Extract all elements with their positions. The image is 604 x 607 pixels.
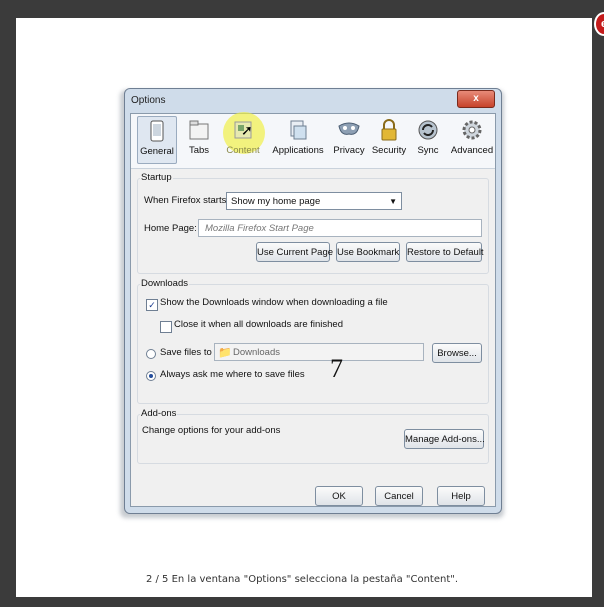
tab-label: Applications: [272, 145, 324, 156]
window-title: Options: [131, 95, 166, 106]
tab-label: Security: [371, 145, 407, 156]
viewer-frame-top: [0, 0, 604, 18]
help-button[interactable]: Help: [437, 486, 485, 506]
viewer-frame-bottom: [0, 597, 604, 607]
options-window: Options x General Tabs Content Applicati…: [124, 88, 502, 514]
tab-label: Content: [226, 145, 260, 156]
show-downloads-checkbox[interactable]: ✓: [146, 299, 158, 311]
step-number: 7: [330, 354, 343, 383]
viewer-frame-left: [0, 0, 16, 607]
show-downloads-label: Show the Downloads window when downloadi…: [160, 297, 388, 308]
when-firefox-starts-label: When Firefox starts:: [144, 195, 229, 206]
options-content: General Tabs Content Applications Privac…: [130, 112, 496, 507]
use-bookmark-button[interactable]: Use Bookmark: [336, 242, 400, 262]
downloads-group: Downloads ✓ Show the Downloads window wh…: [137, 278, 489, 404]
sync-icon: [418, 120, 438, 140]
tab-privacy[interactable]: Privacy: [331, 116, 367, 164]
folder-name: Downloads: [233, 347, 280, 358]
lock-icon: [381, 119, 397, 141]
startup-legend: Startup: [140, 172, 173, 183]
addons-description: Change options for your add-ons: [142, 425, 281, 436]
options-toolbar: General Tabs Content Applications Privac…: [131, 112, 495, 169]
tab-tabs[interactable]: Tabs: [181, 116, 217, 164]
slide-caption: 2 / 5 En la ventana "Options" selecciona…: [145, 574, 459, 585]
home-page-input[interactable]: Mozilla Firefox Start Page: [198, 219, 482, 237]
home-page-label: Home Page:: [144, 223, 197, 234]
gear-icon: [462, 120, 482, 140]
downloads-legend: Downloads: [140, 278, 189, 289]
always-ask-label: Always ask me where to save files: [160, 369, 305, 380]
select-value: Show my home page: [231, 196, 321, 207]
save-files-to-label: Save files to: [160, 347, 212, 358]
cancel-button[interactable]: Cancel: [375, 486, 423, 506]
tab-label: Privacy: [333, 145, 365, 156]
viewer-frame-right: [592, 0, 604, 607]
when-firefox-starts-select[interactable]: Show my home page ▼: [226, 192, 402, 210]
browse-button[interactable]: Browse...: [432, 343, 482, 363]
tab-applications[interactable]: Applications: [269, 116, 327, 164]
tab-label: General: [140, 146, 174, 157]
ok-button[interactable]: OK: [315, 486, 363, 506]
applications-icon: [290, 120, 307, 140]
chevron-down-icon: ▼: [389, 197, 397, 206]
addons-group: Add-ons Change options for your add-ons …: [137, 408, 489, 464]
tab-security[interactable]: Security: [369, 116, 409, 164]
manage-addons-button[interactable]: Manage Add-ons...: [404, 429, 485, 449]
tab-label: Advanced: [450, 145, 494, 156]
mouse-cursor-icon: ➚: [241, 122, 253, 138]
always-ask-radio[interactable]: [146, 371, 156, 381]
privacy-mask-icon: [338, 122, 360, 135]
general-icon: [150, 120, 164, 142]
restore-to-default-button[interactable]: Restore to Default: [406, 242, 484, 262]
tab-general[interactable]: General: [137, 116, 177, 164]
use-current-page-button[interactable]: Use Current Page: [256, 242, 333, 262]
tab-sync[interactable]: Sync: [413, 116, 443, 164]
tab-label: Sync: [417, 145, 439, 156]
window-close-button[interactable]: x: [457, 90, 495, 108]
close-it-label: Close it when all downloads are finished: [174, 319, 343, 330]
tab-advanced[interactable]: Advanced: [449, 116, 495, 164]
close-it-checkbox[interactable]: [160, 321, 172, 333]
save-files-to-radio[interactable]: [146, 349, 156, 359]
tabs-icon: [189, 120, 209, 140]
folder-icon: 📁: [218, 347, 232, 359]
download-folder-field: Downloads: [214, 343, 424, 361]
addons-legend: Add-ons: [140, 408, 178, 419]
tab-label: Tabs: [188, 145, 210, 156]
startup-group: Startup When Firefox starts: Show my hom…: [137, 172, 489, 274]
titlebar: Options x: [125, 89, 501, 113]
